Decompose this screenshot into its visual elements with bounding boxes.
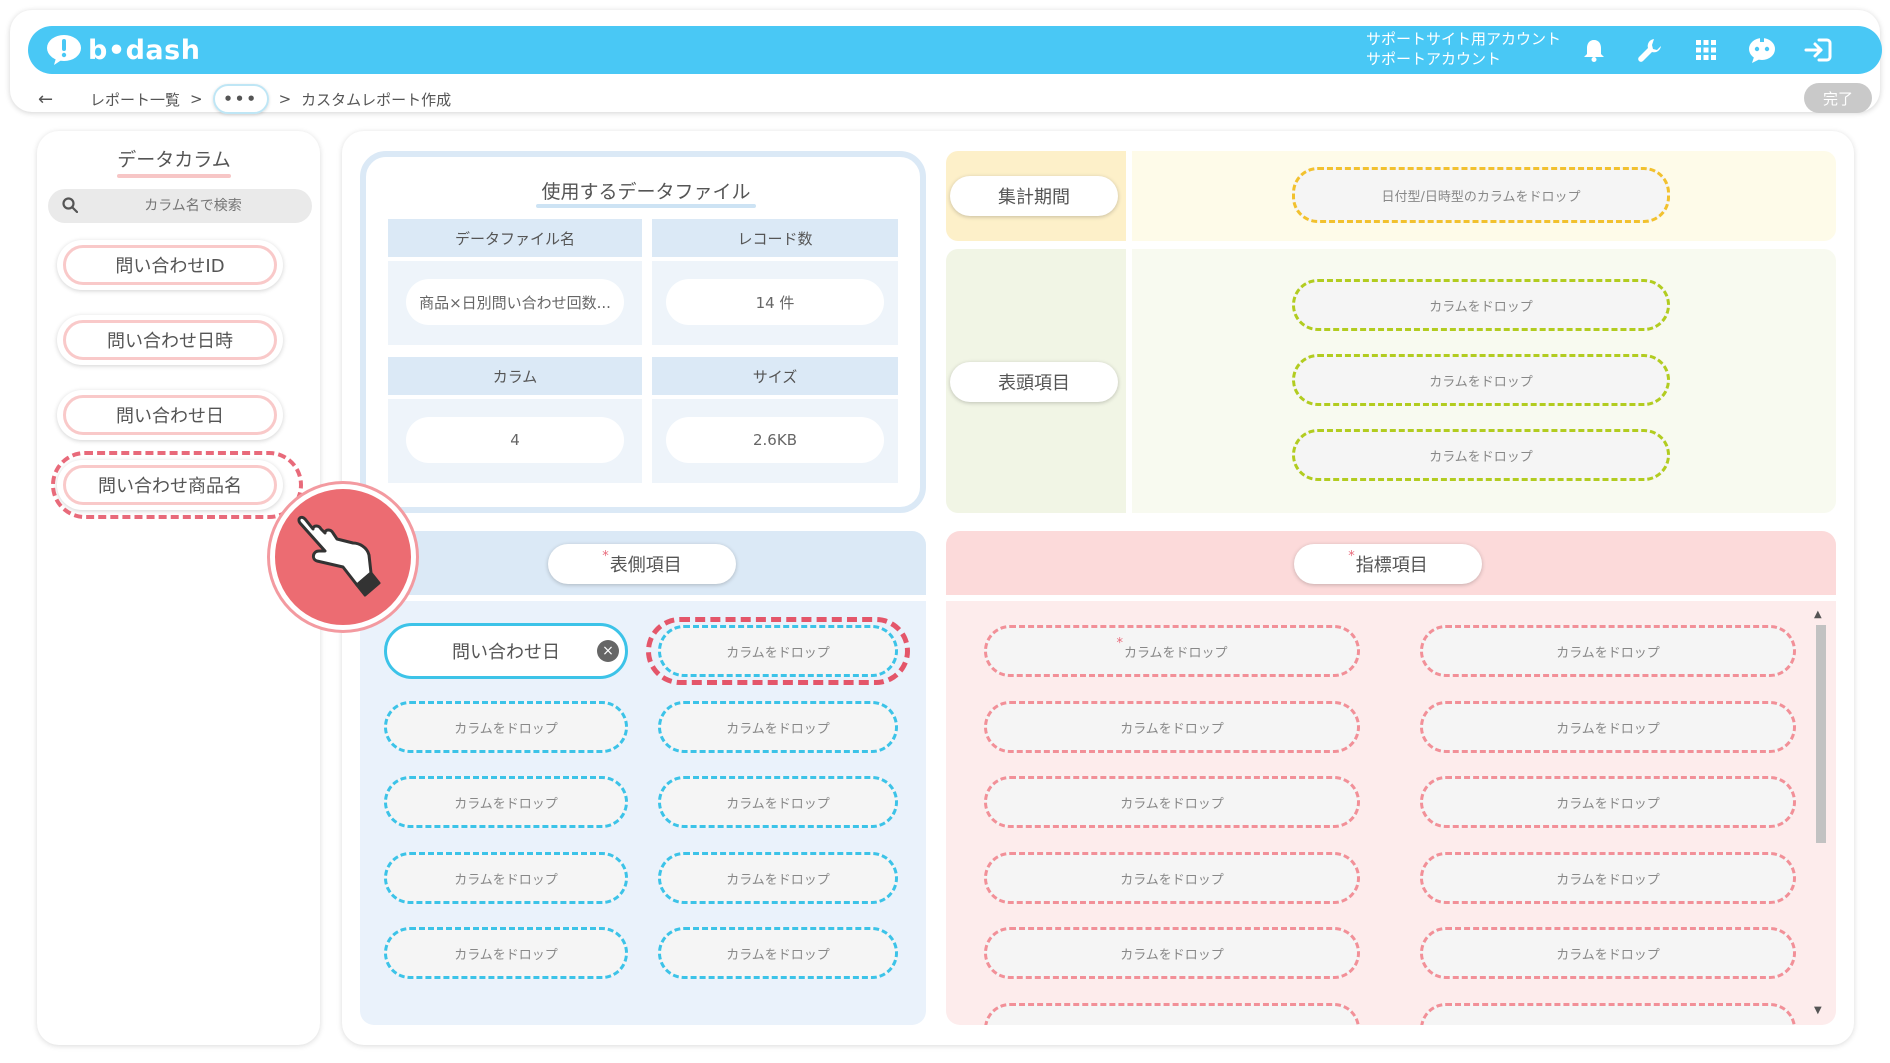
scroll-up-icon[interactable]: ▲ (1814, 609, 1822, 620)
breadcrumb-separator: > (278, 90, 292, 108)
drop-target-highlight (646, 617, 910, 685)
metric-items-body: * カラムをドロップ カラムをドロップ カラムをドロップ カラムをドロップ カラ… (946, 601, 1836, 1025)
side-item-drop-zone[interactable]: カラムをドロップ (658, 852, 898, 904)
metric-item-drop-zone[interactable]: * カラムをドロップ (984, 625, 1360, 677)
logout-icon[interactable] (1802, 34, 1834, 66)
metric-item-drop-zone[interactable]: カラムをドロップ (1420, 776, 1796, 828)
metric-drop-text: カラムをドロップ (1123, 645, 1228, 661)
record-count-value: 14 件 (666, 279, 884, 325)
logo-mark-icon (46, 34, 82, 66)
metric-item-drop-zone[interactable]: カラムをドロップ (1420, 927, 1796, 979)
record-count-cell: 14 件 (652, 261, 898, 345)
metric-items-label-text: 指標項目 (1355, 555, 1428, 576)
account-info[interactable]: サポートサイト用アカウント サポートアカウント (1366, 29, 1561, 69)
data-file-name-header: データファイル名 (388, 219, 642, 257)
required-mark: * (1116, 635, 1123, 651)
header-item-drop-zone[interactable]: カラムをドロップ (1292, 279, 1670, 331)
remove-icon[interactable]: × (597, 640, 619, 662)
size-value: 2.6KB (666, 417, 884, 463)
column-count-value: 4 (406, 417, 624, 463)
side-items-label: * 表側項目 (548, 544, 736, 584)
required-mark: * (602, 548, 609, 564)
breadcrumb-report-list[interactable]: レポート一覧 (90, 89, 180, 110)
logo-text: b•dash (88, 34, 201, 66)
scroll-down-icon[interactable]: ▼ (1814, 1005, 1822, 1016)
header-card: b•dash サポートサイト用アカウント サポートアカウント ← レポート一覧 (10, 10, 1882, 114)
metric-items-label: * 指標項目 (1294, 544, 1482, 584)
back-arrow-icon[interactable]: ← (38, 89, 60, 110)
done-button[interactable]: 完了 (1804, 83, 1872, 113)
column-item[interactable]: 問い合わせID (57, 240, 283, 290)
side-item-drop-zone[interactable]: カラムをドロップ (658, 701, 898, 753)
side-item-drop-zone[interactable]: カラムをドロップ (384, 701, 628, 753)
breadcrumb-current: カスタムレポート作成 (301, 90, 452, 109)
header-items-label: 表頭項目 (950, 362, 1118, 402)
side-item-drop-zone[interactable]: カラムをドロップ (384, 927, 628, 979)
breadcrumb: ← レポート一覧 > ••• > カスタムレポート作成 (38, 84, 451, 114)
metric-item-drop-zone[interactable]: カラムをドロップ (984, 776, 1360, 828)
column-search[interactable] (48, 189, 312, 223)
metric-item-drop-zone[interactable]: カラムをドロップ (984, 852, 1360, 904)
logo[interactable]: b•dash (46, 32, 200, 68)
chat-bot-icon[interactable] (1746, 34, 1778, 66)
grid-icon[interactable] (1690, 34, 1722, 66)
report-builder-panel: 使用するデータファイル データファイル名 レコード数 商品×日別問い合わせ回数.… (342, 131, 1854, 1045)
column-item-label: 問い合わせ日 (63, 395, 277, 435)
period-drop-zone[interactable]: 日付型/日時型のカラムをドロップ (1292, 167, 1670, 223)
side-item-drop-zone[interactable]: カラムをドロップ (658, 776, 898, 828)
data-column-title: データカラム (109, 145, 239, 178)
top-bar: b•dash サポートサイト用アカウント サポートアカウント (28, 26, 1882, 74)
metric-item-drop-zone[interactable]: カラムをドロップ (1420, 852, 1796, 904)
side-item-filled[interactable]: 問い合わせ日 × (384, 623, 628, 679)
scrollbar-thumb[interactable] (1816, 625, 1826, 843)
data-file-name-cell: 商品×日別問い合わせ回数... (388, 261, 642, 345)
metric-item-drop-zone[interactable]: カラムをドロップ (1420, 625, 1796, 677)
metric-scrollbar[interactable]: ▲ ▼ (1812, 609, 1828, 1019)
side-item-drop-zone[interactable]: カラムをドロップ (384, 852, 628, 904)
metric-item-drop-zone[interactable] (1420, 1003, 1796, 1025)
breadcrumb-ellipsis-button[interactable]: ••• (212, 84, 269, 114)
breadcrumb-separator: > (190, 90, 203, 108)
metric-item-drop-zone[interactable] (984, 1003, 1360, 1025)
header-item-drop-zone[interactable]: カラムをドロップ (1292, 429, 1670, 481)
column-count-header: カラム (388, 357, 642, 395)
account-line-1: サポートサイト用アカウント (1366, 30, 1562, 48)
data-file-name-value: 商品×日別問い合わせ回数... (406, 279, 624, 325)
period-label: 集計期間 (950, 176, 1118, 216)
metric-item-drop-zone[interactable]: カラムをドロップ (1420, 701, 1796, 753)
required-mark: * (1348, 548, 1355, 564)
side-item-filled-label: 問い合わせ日 (452, 642, 560, 663)
metric-item-drop-zone[interactable]: カラムをドロップ (984, 701, 1360, 753)
drag-source-highlight (51, 451, 303, 519)
column-item[interactable]: 問い合わせ日 (57, 390, 283, 440)
data-file-title: 使用するデータファイル (536, 177, 756, 208)
wrench-icon[interactable] (1634, 34, 1666, 66)
column-item-label: 問い合わせ日時 (63, 320, 277, 360)
column-item-label: 問い合わせID (63, 245, 277, 285)
side-item-drop-zone[interactable]: カラムをドロップ (384, 776, 628, 828)
bell-icon[interactable] (1578, 34, 1610, 66)
record-count-header: レコード数 (652, 219, 898, 257)
column-count-cell: 4 (388, 399, 642, 483)
column-item[interactable]: 問い合わせ日時 (57, 315, 283, 365)
side-item-drop-zone[interactable]: カラムをドロップ (658, 927, 898, 979)
search-icon (62, 197, 79, 217)
header-item-drop-zone[interactable]: カラムをドロップ (1292, 354, 1670, 406)
account-line-2: サポートアカウント (1366, 50, 1502, 68)
column-search-input[interactable] (88, 189, 298, 223)
pointer-hand-icon (270, 484, 416, 630)
size-cell: 2.6KB (652, 399, 898, 483)
metric-item-drop-zone[interactable]: カラムをドロップ (984, 927, 1360, 979)
size-header: サイズ (652, 357, 898, 395)
side-items-label-text: 表側項目 (609, 555, 682, 576)
data-file-card: 使用するデータファイル データファイル名 レコード数 商品×日別問い合わせ回数.… (360, 151, 926, 513)
